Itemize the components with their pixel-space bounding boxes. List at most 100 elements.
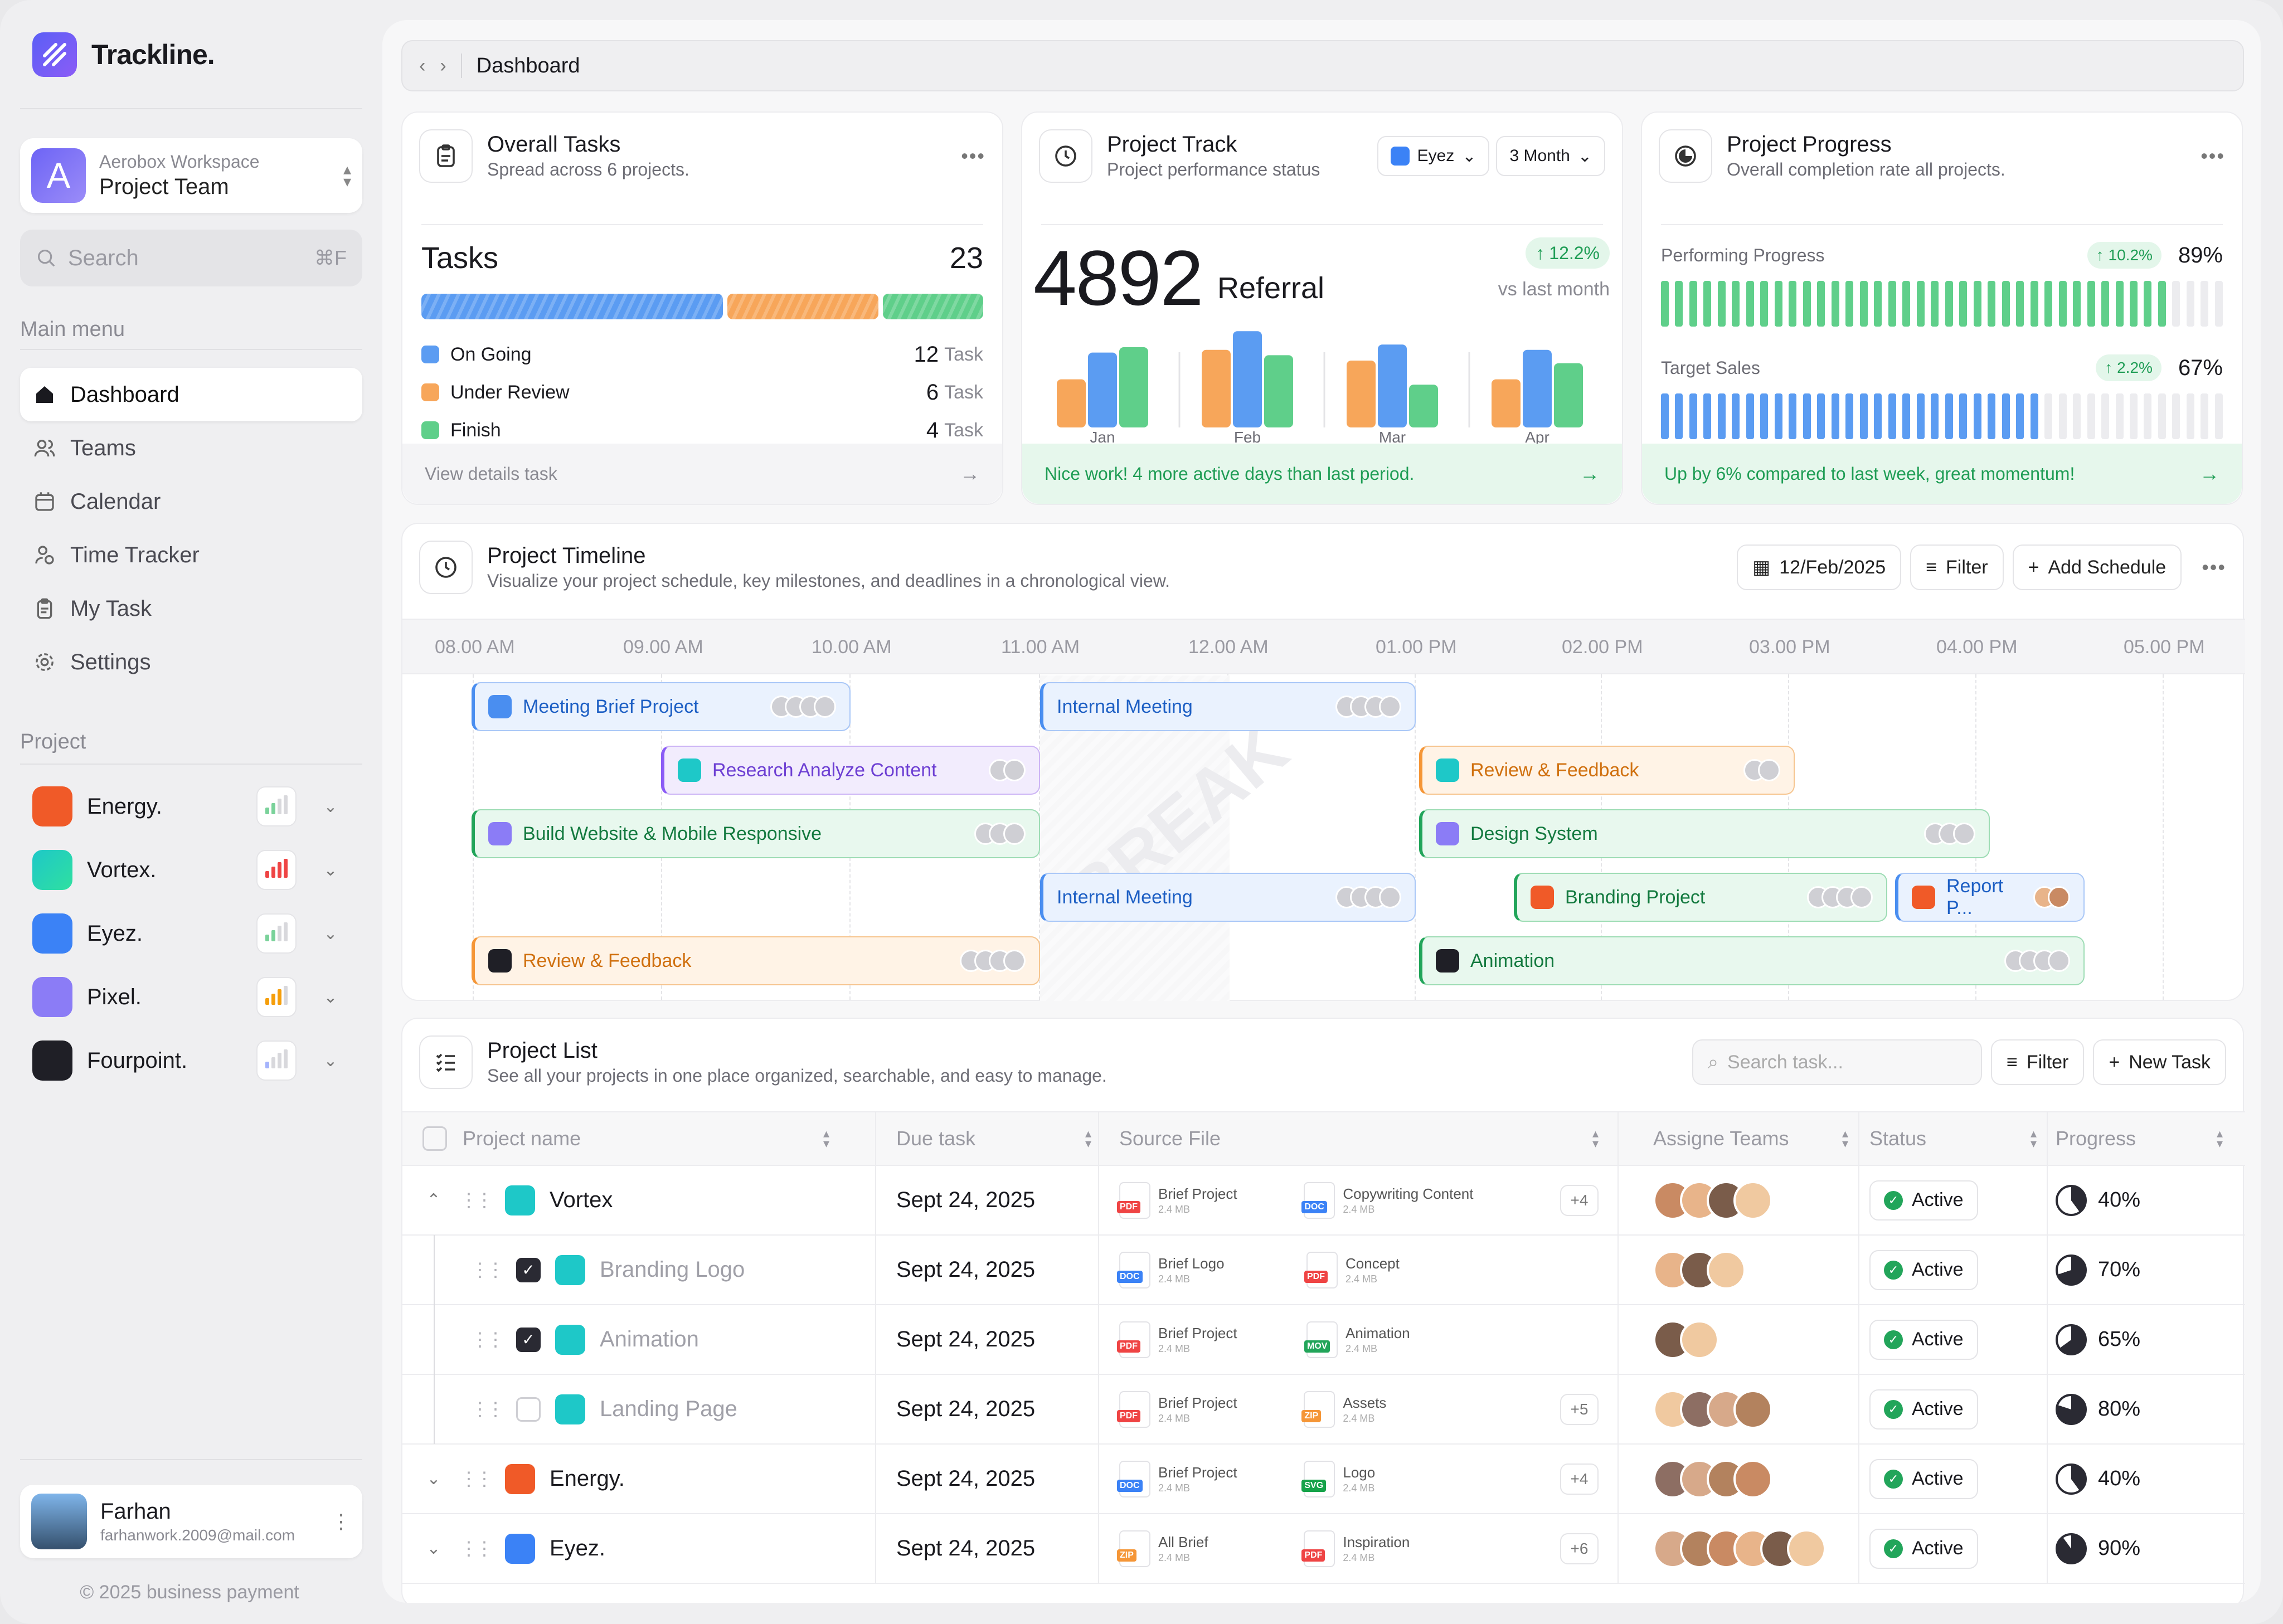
more-horizontal-icon[interactable]: ••• (961, 144, 985, 168)
sidebar-item-settings[interactable]: Settings (20, 635, 362, 689)
back-arrow-icon[interactable]: ‹ (419, 55, 425, 77)
drag-handle-icon[interactable]: ⋮⋮ (459, 1538, 494, 1560)
task-search-input[interactable]: ⌕ Search task... (1692, 1039, 1982, 1085)
chevron-down-icon[interactable]: ⌄ (311, 860, 350, 880)
source-file[interactable]: PDF Brief Project 2.4 MB (1117, 1390, 1300, 1428)
filter-button[interactable]: ≡ Filter (1990, 1039, 2085, 1085)
source-file[interactable]: PDF Inspiration 2.4 MB (1301, 1530, 1557, 1567)
source-file[interactable]: PDF Concept 2.4 MB (1304, 1251, 1563, 1288)
column-header-status[interactable]: Status ▴ ▾ (1869, 1112, 2037, 1165)
table-row[interactable]: ⋮⋮ Landing Page Sept 24, 2025 PDF Brief P… (402, 1374, 2245, 1445)
timeline-task[interactable]: Branding Project (1514, 873, 1887, 922)
table-row[interactable]: ⌄ ⋮⋮ Energy. Sept 24, 2025 DOC Brief Proje… (402, 1445, 2245, 1514)
more-horizontal-icon[interactable]: ••• (2201, 144, 2225, 168)
table-row[interactable]: ⌄ ⋮⋮ Eyez. Sept 24, 2025 ZIP All Brief 2.4 … (402, 1514, 2245, 1584)
source-file[interactable]: SVG Logo 2.4 MB (1301, 1460, 1557, 1497)
source-file[interactable]: PDF Brief Project 2.4 MB (1117, 1321, 1303, 1358)
project-filter-dropdown[interactable]: Eyez ⌄ (1377, 136, 1490, 176)
status-badge[interactable]: ✓ Active (1869, 1180, 1978, 1221)
new-task-button[interactable]: + New Task (2093, 1039, 2226, 1085)
timeline-task[interactable]: Internal Meeting (1040, 682, 1416, 731)
column-header-progress[interactable]: Progress ▴ ▾ (2056, 1112, 2223, 1165)
chevron-down-icon[interactable]: ⌄ (311, 988, 350, 1007)
more-files-button[interactable]: +5 (1560, 1393, 1599, 1425)
track-footer-link[interactable]: Nice work! 4 more active days than last … (1022, 444, 1622, 504)
select-all-checkbox[interactable] (422, 1126, 447, 1151)
progress-footer-link[interactable]: Up by 6% compared to last week, great mo… (1642, 444, 2242, 504)
column-header-project-name[interactable]: Project name ▴ ▾ (422, 1112, 846, 1165)
brand[interactable]: Trackline. (32, 32, 215, 77)
chevron-up-icon[interactable]: ⌃ (422, 1190, 445, 1210)
sidebar-project-eyez[interactable]: Eyez. ⌄ (20, 902, 362, 965)
drag-handle-icon[interactable]: ⋮⋮ (459, 1468, 494, 1490)
more-files-button[interactable]: +6 (1560, 1533, 1599, 1564)
status-badge[interactable]: ✓ Active (1869, 1458, 1978, 1499)
row-checkbox[interactable]: ✓ (516, 1327, 541, 1352)
source-file[interactable]: MOV Animation 2.4 MB (1304, 1321, 1563, 1358)
assignee-avatars[interactable] (1653, 1320, 1719, 1359)
assignee-avatars[interactable] (1653, 1459, 1772, 1499)
sidebar-item-my-task[interactable]: My Task (20, 582, 362, 635)
source-file[interactable]: DOC Copywriting Content 2.4 MB (1301, 1181, 1557, 1219)
more-horizontal-icon[interactable]: ••• (2202, 556, 2226, 579)
drag-handle-icon[interactable]: ⋮⋮ (470, 1259, 505, 1281)
sidebar-project-fourpoint[interactable]: Fourpoint. ⌄ (20, 1029, 362, 1092)
sidebar-item-time-tracker[interactable]: Time Tracker (20, 528, 362, 582)
source-file[interactable]: PDF Brief Project 2.4 MB (1117, 1181, 1300, 1219)
sidebar-project-vortex[interactable]: Vortex. ⌄ (20, 838, 362, 902)
timeline-task[interactable]: Design System (1419, 809, 1990, 858)
source-file[interactable]: DOC Brief Logo 2.4 MB (1117, 1251, 1303, 1288)
source-file[interactable]: DOC Brief Project 2.4 MB (1117, 1460, 1300, 1497)
more-files-button[interactable]: +4 (1560, 1184, 1599, 1216)
column-header-due[interactable]: Due task ▴ ▾ (896, 1112, 1091, 1165)
drag-handle-icon[interactable]: ⋮⋮ (470, 1329, 505, 1351)
drag-handle-icon[interactable]: ⋮⋮ (459, 1189, 494, 1212)
source-file[interactable]: ZIP Assets 2.4 MB (1301, 1390, 1557, 1428)
status-badge[interactable]: ✓ Active (1869, 1249, 1978, 1290)
timeline-task[interactable]: Review & Feedback (472, 936, 1040, 985)
period-dropdown[interactable]: 3 Month ⌄ (1496, 136, 1605, 176)
status-badge[interactable]: ✓ Active (1869, 1528, 1978, 1569)
chevron-down-icon[interactable]: ⌄ (422, 1469, 445, 1489)
status-badge[interactable]: ✓ Active (1869, 1319, 1978, 1360)
sidebar-item-dashboard[interactable]: Dashboard (20, 368, 362, 421)
date-picker-button[interactable]: ▦ 12/Feb/2025 (1737, 544, 1902, 590)
sidebar-project-energy[interactable]: Energy. ⌄ (20, 775, 362, 838)
search-input[interactable]: Search ⌘F (20, 230, 362, 286)
column-header-teams[interactable]: Assigne Teams ▴ ▾ (1653, 1112, 1848, 1165)
view-details-link[interactable]: View details task → (402, 444, 1002, 504)
sidebar-item-teams[interactable]: Teams (20, 421, 362, 475)
table-row[interactable]: ⋮⋮ ✓ Branding Logo Sept 24, 2025 DOC Brief… (402, 1235, 2245, 1305)
status-badge[interactable]: ✓ Active (1869, 1389, 1978, 1429)
chevron-down-icon[interactable]: ⌄ (311, 797, 350, 816)
timeline-task[interactable]: Report P... (1895, 873, 2085, 922)
add-schedule-button[interactable]: + Add Schedule (2012, 544, 2182, 590)
workspace-switcher[interactable]: A Aerobox Workspace Project Team ▴ ▾ (20, 138, 362, 213)
assignee-avatars[interactable] (1653, 1389, 1772, 1429)
timeline-task[interactable]: Animation (1419, 936, 2085, 985)
table-row[interactable]: ⌃ ⋮⋮ Vortex Sept 24, 2025 PDF Brief Projec… (402, 1166, 2245, 1236)
timeline-task[interactable]: Build Website & Mobile Responsive (472, 809, 1040, 858)
sidebar-item-calendar[interactable]: Calendar (20, 475, 362, 528)
timeline-task[interactable]: Meeting Brief Project (472, 682, 851, 731)
source-file[interactable]: ZIP All Brief 2.4 MB (1117, 1530, 1300, 1567)
more-vertical-icon[interactable]: ⋮ (331, 1510, 351, 1533)
timeline-task[interactable]: Research Analyze Content (661, 746, 1040, 795)
more-files-button[interactable]: +4 (1560, 1463, 1599, 1495)
row-checkbox[interactable]: ✓ (516, 1257, 541, 1282)
assignee-avatars[interactable] (1653, 1529, 1826, 1568)
row-checkbox[interactable] (516, 1397, 541, 1422)
chevron-down-icon[interactable]: ⌄ (311, 1051, 350, 1071)
column-header-source[interactable]: Source File ▴ ▾ (1119, 1112, 1599, 1165)
forward-arrow-icon[interactable]: › (440, 55, 446, 77)
user-profile[interactable]: Farhan farhanwork.2009@mail.com ⋮ (20, 1485, 362, 1558)
assignee-avatars[interactable] (1653, 1250, 1746, 1290)
drag-handle-icon[interactable]: ⋮⋮ (470, 1398, 505, 1421)
timeline-task[interactable]: Review & Feedback (1419, 746, 1795, 795)
table-row[interactable]: ⋮⋮ ✓ Animation Sept 24, 2025 PDF Brief Pro… (402, 1305, 2245, 1375)
filter-button[interactable]: ≡ Filter (1910, 544, 2004, 590)
chevron-down-icon[interactable]: ⌄ (422, 1539, 445, 1558)
sidebar-project-pixel[interactable]: Pixel. ⌄ (20, 965, 362, 1029)
chevron-down-icon[interactable]: ⌄ (311, 924, 350, 944)
assignee-avatars[interactable] (1653, 1180, 1772, 1220)
